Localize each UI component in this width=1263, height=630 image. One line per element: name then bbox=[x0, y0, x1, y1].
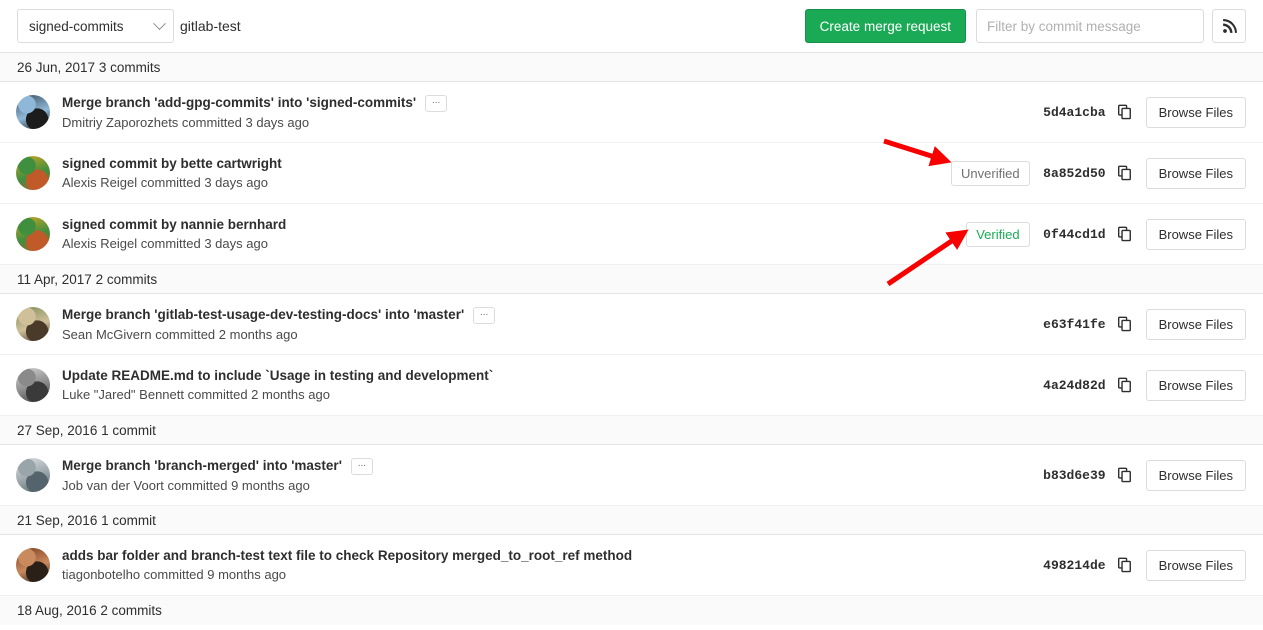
commit-sha[interactable]: 498214de bbox=[1040, 558, 1105, 573]
expand-commit-message-button[interactable]: ... bbox=[473, 306, 496, 324]
commit-title-line: Merge branch 'gitlab-test-usage-dev-test… bbox=[62, 306, 1028, 324]
copy-icon bbox=[1117, 377, 1131, 393]
commits-toolbar: signed-commits gitlab-test Create merge … bbox=[0, 0, 1263, 52]
commit-title-link[interactable]: signed commit by bette cartwright bbox=[62, 156, 282, 172]
commit-sha[interactable]: 4a24d82d bbox=[1040, 378, 1105, 393]
copy-icon bbox=[1117, 104, 1131, 120]
copy-icon bbox=[1117, 165, 1131, 181]
commit-title-line: Update README.md to include `Usage in te… bbox=[62, 368, 1028, 384]
avatar[interactable] bbox=[16, 548, 50, 582]
avatar[interactable] bbox=[16, 307, 50, 341]
commit-sha[interactable]: 5d4a1cba bbox=[1040, 105, 1105, 120]
commit-title-link[interactable]: signed commit by nannie bernhard bbox=[62, 217, 286, 233]
avatar[interactable] bbox=[16, 217, 50, 251]
chevron-down-icon bbox=[153, 16, 166, 30]
copy-sha-button[interactable] bbox=[1112, 374, 1138, 396]
commit-actions: e63f41fe Browse Files bbox=[1040, 308, 1246, 340]
browse-files-button[interactable]: Browse Files bbox=[1145, 96, 1246, 128]
copy-sha-button[interactable] bbox=[1112, 223, 1138, 245]
commits-day-header: 18 Aug, 2016 2 commits bbox=[0, 596, 1263, 625]
copy-icon bbox=[1117, 226, 1131, 242]
commit-details: Update README.md to include `Usage in te… bbox=[62, 368, 1028, 402]
commit-filter-input[interactable] bbox=[976, 9, 1204, 43]
avatar[interactable] bbox=[16, 458, 50, 492]
commit-title-link[interactable]: Merge branch 'branch-merged' into 'maste… bbox=[62, 458, 342, 474]
commit-details: signed commit by nannie bernhard Alexis R… bbox=[62, 217, 954, 251]
copy-sha-button[interactable] bbox=[1112, 464, 1138, 486]
repository-name: gitlab-test bbox=[180, 18, 241, 34]
commit-actions: Verified 0f44cd1d Browse Files bbox=[966, 218, 1246, 250]
commit-title-link[interactable]: Update README.md to include `Usage in te… bbox=[62, 368, 493, 384]
commit-title-line: adds bar folder and branch-test text fil… bbox=[62, 548, 1028, 564]
browse-files-button[interactable]: Browse Files bbox=[1145, 218, 1246, 250]
commit-row: Update README.md to include `Usage in te… bbox=[0, 355, 1263, 416]
copy-sha-button[interactable] bbox=[1112, 554, 1138, 576]
commit-actions: Unverified 8a852d50 Browse Files bbox=[951, 157, 1246, 189]
commit-author-meta: Dmitriy Zaporozhets committed 3 days ago bbox=[62, 114, 310, 130]
commits-day-header: 26 Jun, 2017 3 commits bbox=[0, 53, 1263, 82]
commit-author-meta: Job van der Voort committed 9 months ago bbox=[62, 477, 310, 493]
commit-actions: 498214de Browse Files bbox=[1040, 549, 1246, 581]
browse-files-button[interactable]: Browse Files bbox=[1145, 369, 1246, 401]
expand-commit-message-button[interactable]: ... bbox=[350, 457, 373, 475]
commit-sha[interactable]: 8a852d50 bbox=[1040, 166, 1105, 181]
branch-selector-label: signed-commits bbox=[29, 18, 124, 34]
rss-feed-button[interactable] bbox=[1212, 9, 1246, 43]
commit-author-meta: Alexis Reigel committed 3 days ago bbox=[62, 236, 268, 251]
commit-actions: 5d4a1cba Browse Files bbox=[1040, 96, 1246, 128]
avatar[interactable] bbox=[16, 156, 50, 190]
commit-title-link[interactable]: adds bar folder and branch-test text fil… bbox=[62, 548, 632, 564]
commits-day-header: 21 Sep, 2016 1 commit bbox=[0, 506, 1263, 535]
browse-files-button[interactable]: Browse Files bbox=[1145, 459, 1246, 491]
toolbar-actions: Create merge request bbox=[804, 0, 1246, 52]
copy-icon bbox=[1117, 467, 1131, 483]
commit-details: adds bar folder and branch-test text fil… bbox=[62, 548, 1028, 582]
commits-page: signed-commits gitlab-test Create merge … bbox=[0, 0, 1263, 630]
copy-sha-button[interactable] bbox=[1112, 101, 1138, 123]
commit-row: signed commit by bette cartwright Alexis … bbox=[0, 143, 1263, 204]
commit-author-meta: Luke "Jared" Bennett committed 2 months … bbox=[62, 387, 330, 402]
avatar[interactable] bbox=[16, 95, 50, 129]
commit-actions: 4a24d82d Browse Files bbox=[1040, 369, 1246, 401]
commit-details: signed commit by bette cartwright Alexis … bbox=[62, 156, 939, 190]
commit-title-line: signed commit by nannie bernhard bbox=[62, 217, 954, 233]
commit-author-meta: tiagonbotelho committed 9 months ago bbox=[62, 567, 287, 582]
commit-row: Merge branch 'branch-merged' into 'maste… bbox=[0, 445, 1263, 506]
commit-title-line: Merge branch 'branch-merged' into 'maste… bbox=[62, 457, 1028, 475]
commit-row: Merge branch 'add-gpg-commits' into 'sig… bbox=[0, 82, 1263, 143]
commit-title-line: signed commit by bette cartwright bbox=[62, 156, 939, 172]
commit-details: Merge branch 'branch-merged' into 'maste… bbox=[62, 457, 1028, 493]
commit-row: adds bar folder and branch-test text fil… bbox=[0, 535, 1263, 596]
commit-author-meta: Sean McGivern committed 2 months ago bbox=[62, 326, 298, 342]
commit-details: Merge branch 'gitlab-test-usage-dev-test… bbox=[62, 306, 1028, 342]
copy-sha-button[interactable] bbox=[1112, 162, 1138, 184]
commit-actions: b83d6e39 Browse Files bbox=[1040, 459, 1246, 491]
commit-title-link[interactable]: Merge branch 'gitlab-test-usage-dev-test… bbox=[62, 307, 464, 323]
commit-details: Merge branch 'add-gpg-commits' into 'sig… bbox=[62, 94, 1028, 130]
commit-sha[interactable]: 0f44cd1d bbox=[1040, 227, 1105, 242]
commit-title-line: Merge branch 'add-gpg-commits' into 'sig… bbox=[62, 94, 1028, 112]
copy-icon bbox=[1117, 316, 1131, 332]
commit-sha[interactable]: b83d6e39 bbox=[1040, 468, 1105, 483]
copy-icon bbox=[1117, 557, 1131, 573]
rss-feed-icon bbox=[1222, 18, 1237, 33]
commits-day-header: 27 Sep, 2016 1 commit bbox=[0, 416, 1263, 445]
browse-files-button[interactable]: Browse Files bbox=[1145, 308, 1246, 340]
commit-author-meta: Alexis Reigel committed 3 days ago bbox=[62, 175, 268, 190]
commit-title-link[interactable]: Merge branch 'add-gpg-commits' into 'sig… bbox=[62, 95, 416, 111]
avatar[interactable] bbox=[16, 368, 50, 402]
commits-list: 26 Jun, 2017 3 commits Merge branch 'add-… bbox=[0, 52, 1263, 625]
signature-status-badge[interactable]: Verified bbox=[966, 221, 1030, 247]
commit-row: Merge branch 'gitlab-test-usage-dev-test… bbox=[0, 294, 1263, 355]
expand-commit-message-button[interactable]: ... bbox=[425, 94, 448, 112]
copy-sha-button[interactable] bbox=[1112, 313, 1138, 335]
signature-status-badge[interactable]: Unverified bbox=[951, 160, 1030, 186]
commits-day-header: 11 Apr, 2017 2 commits bbox=[0, 265, 1263, 294]
commit-sha[interactable]: e63f41fe bbox=[1040, 317, 1105, 332]
browse-files-button[interactable]: Browse Files bbox=[1145, 157, 1246, 189]
branch-selector[interactable]: signed-commits bbox=[17, 9, 174, 43]
browse-files-button[interactable]: Browse Files bbox=[1145, 549, 1246, 581]
commit-row: signed commit by nannie bernhard Alexis R… bbox=[0, 204, 1263, 265]
create-merge-request-button[interactable]: Create merge request bbox=[804, 9, 966, 43]
